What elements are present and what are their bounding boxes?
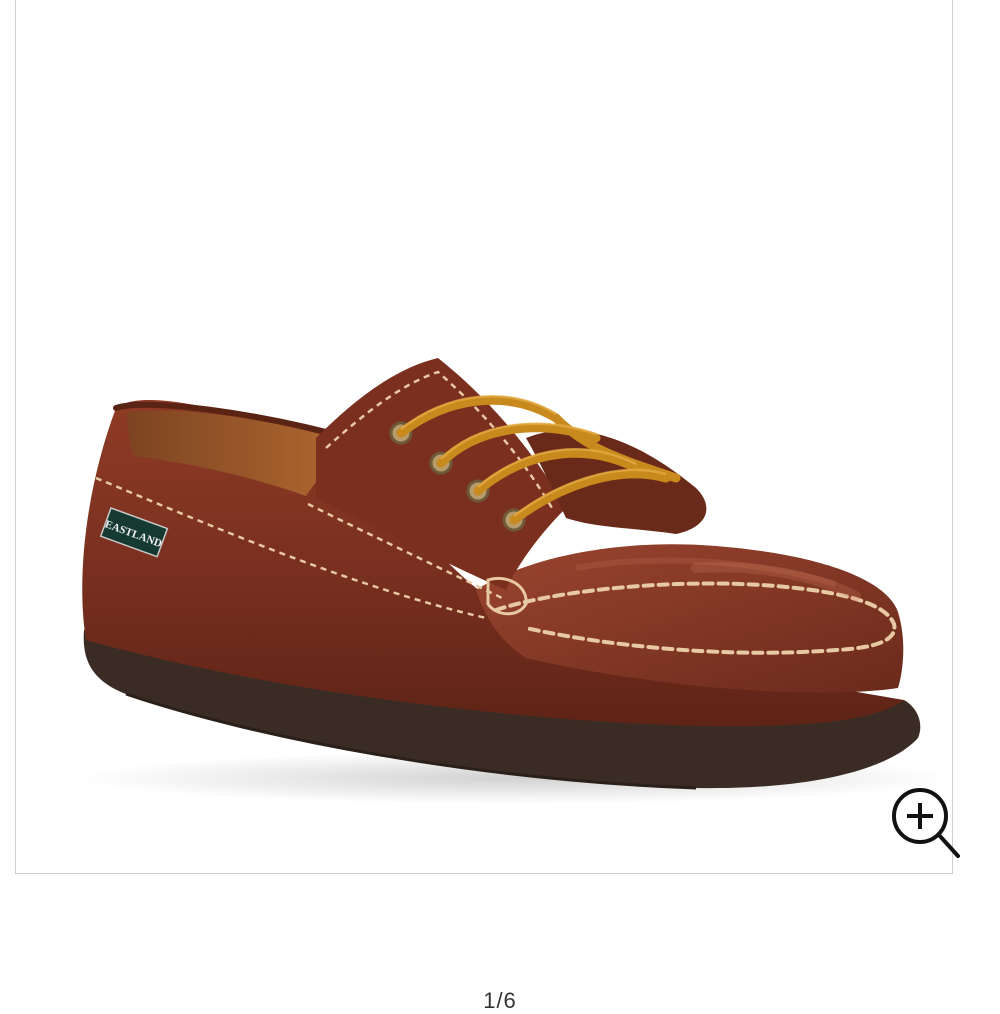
zoom-in-icon[interactable]: [888, 783, 964, 863]
gallery-counter: 1/6: [483, 988, 517, 1013]
product-image-frame: EASTLAND: [15, 0, 960, 874]
product-image[interactable]: EASTLAND: [56, 328, 936, 808]
